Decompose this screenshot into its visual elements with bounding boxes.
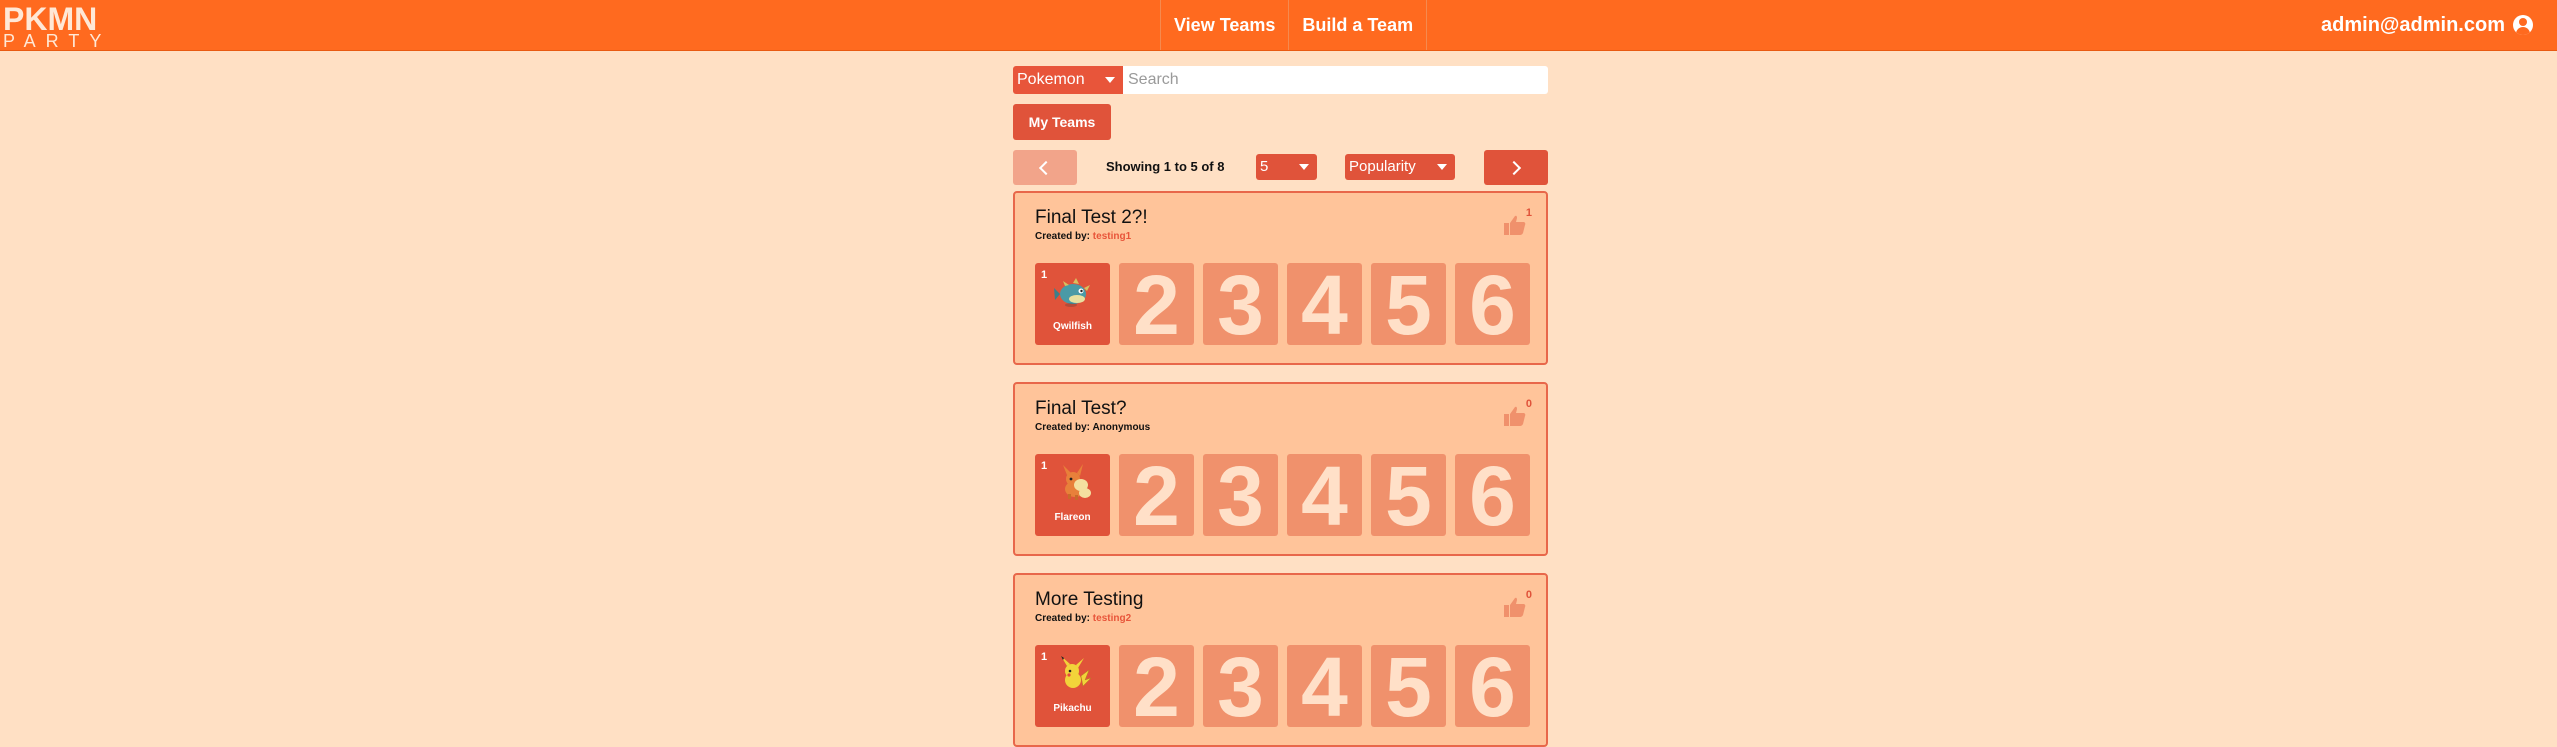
user-menu[interactable]: admin@admin.com — [2321, 0, 2533, 50]
created-by-label: Created by: — [1035, 231, 1091, 242]
empty-slot[interactable]: 2 — [1119, 645, 1194, 727]
chevron-right-icon — [1506, 160, 1522, 176]
logo-bottom: PARTY — [3, 31, 112, 51]
like-count: 0 — [1525, 398, 1532, 410]
like-count: 0 — [1525, 589, 1532, 601]
empty-slot[interactable]: 4 — [1287, 454, 1362, 536]
next-page-button[interactable] — [1484, 150, 1548, 185]
sort-value: Popularity — [1349, 158, 1416, 175]
slot-1[interactable]: 1 Flareon — [1035, 454, 1110, 536]
empty-slot[interactable]: 6 — [1455, 645, 1530, 727]
empty-slot[interactable]: 3 — [1203, 263, 1278, 345]
pikachu-sprite-icon — [1061, 656, 1092, 688]
team-title: More Testing — [1035, 589, 1144, 610]
my-teams-button[interactable]: My Teams — [1013, 104, 1111, 140]
created-by-label: Created by: — [1035, 422, 1091, 433]
team-creator: Created by: testing1 — [1035, 231, 1131, 242]
search-type-select[interactable]: Pokemon — [1013, 66, 1123, 94]
caret-down-icon — [1437, 164, 1447, 170]
empty-slot[interactable]: 3 — [1203, 645, 1278, 727]
thumbs-up-icon — [1504, 215, 1526, 235]
team-creator: Created by: testing2 — [1035, 613, 1131, 624]
empty-slot[interactable]: 2 — [1119, 454, 1194, 536]
nav-links: View Teams Build a Team — [1160, 0, 1428, 50]
empty-slot[interactable]: 5 — [1371, 263, 1446, 345]
empty-slot[interactable]: 5 — [1371, 645, 1446, 727]
pokemon-name: Flareon — [1054, 512, 1091, 523]
team-card[interactable]: Final Test? Created by: Anonymous 0 1 Fl… — [1013, 382, 1548, 556]
pagination-info: Showing 1 to 5 of 8 — [1106, 159, 1225, 174]
flareon-sprite-icon — [1063, 464, 1091, 500]
empty-slot[interactable]: 4 — [1287, 263, 1362, 345]
team-card[interactable]: More Testing Created by: testing2 0 1 Pi… — [1013, 573, 1548, 747]
search-input[interactable] — [1123, 66, 1548, 94]
team-title: Final Test? — [1035, 398, 1127, 419]
logo[interactable]: PKMN PARTY — [3, 3, 111, 50]
empty-slot[interactable]: 4 — [1287, 645, 1362, 727]
user-icon — [2513, 15, 2533, 35]
like-count: 1 — [1525, 207, 1532, 219]
caret-down-icon — [1105, 77, 1115, 83]
created-by-label: Created by: — [1035, 613, 1091, 624]
caret-down-icon — [1299, 164, 1309, 170]
empty-slot[interactable]: 5 — [1371, 454, 1446, 536]
empty-slot[interactable]: 6 — [1455, 263, 1530, 345]
navbar: PKMN PARTY View Teams Build a Team admin… — [0, 0, 2557, 51]
thumbs-up-icon — [1504, 406, 1526, 426]
qwilfish-sprite-icon — [1054, 278, 1090, 307]
team-author[interactable]: testing2 — [1093, 613, 1131, 624]
slot-number: 1 — [1041, 460, 1048, 472]
page-size-select[interactable]: 5 — [1256, 154, 1317, 180]
like-button[interactable]: 0 — [1504, 398, 1534, 428]
slot-1[interactable]: 1 Pikachu — [1035, 645, 1110, 727]
team-creator: Created by: Anonymous — [1035, 422, 1150, 433]
like-button[interactable]: 0 — [1504, 589, 1534, 619]
slot-number: 1 — [1041, 651, 1048, 663]
search-type-value: Pokemon — [1017, 71, 1085, 88]
user-email: admin@admin.com — [2321, 14, 2505, 36]
team-title: Final Test 2?! — [1035, 207, 1148, 228]
pokemon-name: Pikachu — [1053, 703, 1092, 714]
thumbs-up-icon — [1504, 597, 1526, 617]
sort-select[interactable]: Popularity — [1345, 154, 1455, 180]
team-slots: 1 Flareon 2 3 4 5 6 — [1035, 454, 1530, 536]
team-slots: 1 Pikachu 2 3 4 5 6 — [1035, 645, 1530, 727]
search-bar: Pokemon — [1013, 66, 1548, 94]
chevron-left-icon — [1038, 160, 1054, 176]
slot-number: 1 — [1041, 269, 1048, 281]
empty-slot[interactable]: 6 — [1455, 454, 1530, 536]
empty-slot[interactable]: 2 — [1119, 263, 1194, 345]
team-slots: 1 Qwilfish 2 3 4 5 6 — [1035, 263, 1530, 345]
team-author: Anonymous — [1092, 422, 1151, 433]
nav-view-teams[interactable]: View Teams — [1160, 0, 1288, 50]
empty-slot[interactable]: 3 — [1203, 454, 1278, 536]
slot-1[interactable]: 1 Qwilfish — [1035, 263, 1110, 345]
like-button[interactable]: 1 — [1504, 207, 1534, 237]
team-card[interactable]: Final Test 2?! Created by: testing1 1 1 … — [1013, 191, 1548, 365]
pokemon-name: Qwilfish — [1053, 321, 1092, 332]
team-author[interactable]: testing1 — [1093, 231, 1131, 242]
prev-page-button[interactable] — [1013, 150, 1077, 185]
page-size-value: 5 — [1260, 158, 1269, 175]
nav-build-team[interactable]: Build a Team — [1288, 0, 1428, 50]
